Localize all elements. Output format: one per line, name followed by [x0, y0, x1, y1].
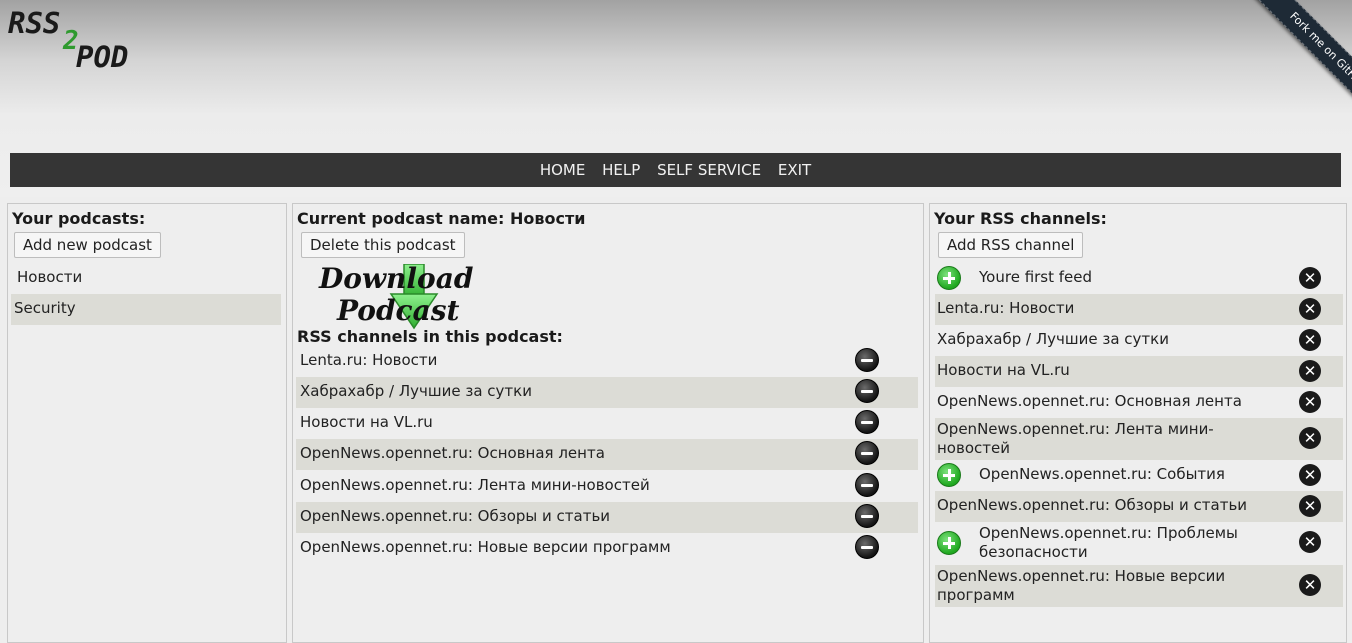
current-podcast-name: Новости	[509, 209, 586, 228]
delete-channel-icon[interactable]: ✕	[1299, 574, 1321, 596]
add-podcast-button[interactable]: Add new podcast	[14, 232, 161, 258]
remove-channel-icon[interactable]	[855, 504, 879, 528]
delete-channel-icon[interactable]: ✕	[1299, 464, 1321, 486]
remove-channel-icon[interactable]	[855, 473, 879, 497]
podcast-channel-row: OpenNews.opennet.ru: Основная лента	[296, 439, 918, 470]
rss-channel-row: OpenNews.opennet.ru: Обзоры и статьи ✕	[935, 491, 1343, 522]
logo-pod: POD	[76, 40, 129, 74]
delete-channel-icon[interactable]: ✕	[1299, 531, 1321, 553]
rss-channel-row: Youre first feed ✕	[935, 263, 1343, 294]
podcast-channel-row: OpenNews.opennet.ru: Лента мини-новостей	[296, 471, 918, 502]
remove-channel-icon[interactable]	[855, 441, 879, 465]
podcast-channel-row: Новости на VL.ru	[296, 408, 918, 439]
current-podcast-title: Current podcast name: Новости	[297, 209, 585, 228]
channel-label: Lenta.ru: Новости	[300, 351, 438, 369]
delete-channel-icon[interactable]: ✕	[1299, 298, 1321, 320]
rss-channel-label: OpenNews.opennet.ru: Проблемы безопаснос…	[979, 524, 1238, 561]
rss-channel-row: Lenta.ru: Новости ✕	[935, 294, 1343, 325]
podcasts-panel: Your podcasts: Add new podcast Новости S…	[7, 203, 287, 643]
download-line1: Download	[319, 262, 474, 295]
rss-channel-label: Youre first feed	[979, 268, 1093, 286]
remove-channel-icon[interactable]	[855, 410, 879, 434]
channel-label: OpenNews.opennet.ru: Обзоры и статьи	[300, 507, 611, 525]
podcast-label: Security	[14, 299, 76, 317]
nav-help[interactable]: HELP	[602, 153, 640, 187]
add-to-podcast-icon[interactable]	[937, 463, 961, 487]
podcasts-title: Your podcasts:	[12, 209, 146, 228]
delete-channel-icon[interactable]: ✕	[1299, 495, 1321, 517]
rss-channel-label: OpenNews.opennet.ru: Новые версии програ…	[937, 567, 1226, 604]
podcast-item[interactable]: Security	[11, 294, 281, 325]
podcast-channel-row: Хабрахабр / Лучшие за сутки	[296, 377, 918, 408]
podcast-label: Новости	[17, 268, 83, 286]
remove-channel-icon[interactable]	[855, 348, 879, 372]
nav-self-service[interactable]: SELF SERVICE	[657, 153, 761, 187]
add-rss-channel-button[interactable]: Add RSS channel	[938, 232, 1084, 258]
nav-exit[interactable]: EXIT	[778, 153, 811, 187]
current-podcast-label: Current podcast name:	[297, 209, 505, 228]
rss-channel-row: Хабрахабр / Лучшие за сутки ✕	[935, 325, 1343, 356]
rss-channels-panel: Your RSS channels: Add RSS channel Youre…	[929, 203, 1347, 643]
rss-channel-label: OpenNews.opennet.ru: Лента мини-новостей	[937, 420, 1214, 457]
rss-channel-row: OpenNews.opennet.ru: Новые версии програ…	[935, 565, 1343, 607]
rss-channel-row: Новости на VL.ru ✕	[935, 356, 1343, 387]
github-ribbon[interactable]: Fork me on GitHub	[1241, 0, 1352, 138]
channel-label: OpenNews.opennet.ru: Лента мини-новостей	[300, 476, 650, 494]
channel-label: Новости на VL.ru	[300, 413, 433, 431]
add-to-podcast-icon[interactable]	[937, 531, 961, 555]
podcast-channel-row: OpenNews.opennet.ru: Обзоры и статьи	[296, 502, 918, 533]
github-ribbon-wrap: Fork me on GitHub	[1202, 0, 1352, 150]
rss-channel-label: Хабрахабр / Лучшие за сутки	[937, 330, 1169, 348]
rss-channel-row: OpenNews.opennet.ru: События ✕	[935, 460, 1343, 491]
podcast-channel-row: Lenta.ru: Новости	[296, 346, 918, 377]
rss-channel-label: OpenNews.opennet.ru: Основная лента	[937, 392, 1242, 410]
rss-channel-row: OpenNews.opennet.ru: Лента мини-новостей…	[935, 418, 1343, 460]
channel-label: Хабрахабр / Лучшие за сутки	[300, 382, 532, 400]
download-podcast-link[interactable]: Download Podcast	[313, 262, 513, 330]
download-line2: Podcast	[337, 294, 460, 327]
rss-channel-row: OpenNews.opennet.ru: Основная лента ✕	[935, 387, 1343, 418]
rss-channels-title: Your RSS channels:	[934, 209, 1107, 228]
add-to-podcast-icon[interactable]	[937, 266, 961, 290]
logo[interactable]: RSS 2 POD	[8, 6, 158, 76]
rss-channel-label: OpenNews.opennet.ru: Обзоры и статьи	[937, 496, 1248, 514]
delete-podcast-button[interactable]: Delete this podcast	[301, 232, 465, 258]
current-podcast-panel: Current podcast name: Новости Delete thi…	[292, 203, 924, 643]
podcast-channel-row: OpenNews.opennet.ru: Новые версии програ…	[296, 533, 918, 564]
channel-label: OpenNews.opennet.ru: Новые версии програ…	[300, 538, 671, 556]
podcast-channels-title: RSS channels in this podcast:	[297, 327, 563, 346]
logo-rss: RSS	[8, 6, 61, 40]
channel-label: OpenNews.opennet.ru: Основная лента	[300, 444, 605, 462]
main-nav: HOME HELP SELF SERVICE EXIT	[10, 153, 1341, 187]
nav-home[interactable]: HOME	[540, 153, 586, 187]
rss-channel-label: Lenta.ru: Новости	[937, 299, 1075, 317]
rss-channel-label: Новости на VL.ru	[937, 361, 1070, 379]
delete-channel-icon[interactable]: ✕	[1299, 360, 1321, 382]
podcast-item[interactable]: Новости	[11, 263, 281, 294]
remove-channel-icon[interactable]	[855, 535, 879, 559]
delete-channel-icon[interactable]: ✕	[1299, 427, 1321, 449]
rss-channel-row: OpenNews.opennet.ru: Проблемы безопаснос…	[935, 522, 1343, 564]
rss-channel-label: OpenNews.opennet.ru: События	[979, 465, 1225, 483]
delete-channel-icon[interactable]: ✕	[1299, 329, 1321, 351]
delete-channel-icon[interactable]: ✕	[1299, 391, 1321, 413]
remove-channel-icon[interactable]	[855, 379, 879, 403]
delete-channel-icon[interactable]: ✕	[1299, 267, 1321, 289]
